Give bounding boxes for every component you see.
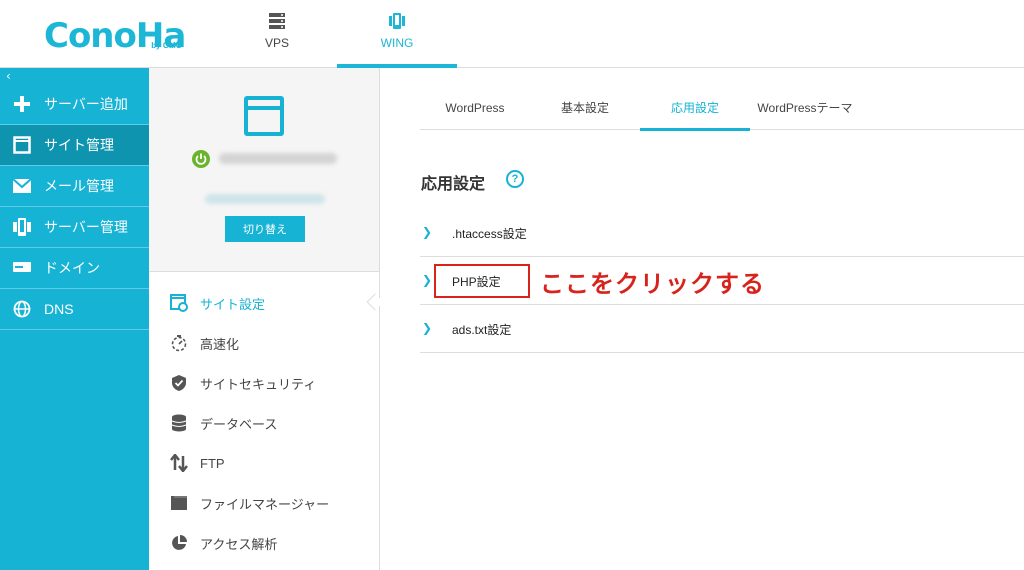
domain-icon [12,258,32,278]
logo-text: ConoHa [44,16,186,56]
accordion-ads-txt-settings[interactable]: ❯ ads.txt設定 [420,305,1024,353]
site-nav-label: データベース [200,416,278,432]
switch-site-button[interactable]: 切り替え [225,216,305,242]
site-name-redacted [219,153,337,164]
sidebar-item-add-server[interactable]: サーバー追加 [0,84,149,125]
site-nav-speedup[interactable]: 高速化 [149,323,379,363]
tab-advanced-settings[interactable]: 応用設定 [640,90,750,131]
tab-wordpress-theme[interactable]: WordPressテーマ [750,90,860,130]
site-nav-site-settings[interactable]: サイト設定 [149,283,379,323]
pie-chart-icon [169,533,189,553]
sidebar-item-domain[interactable]: ドメイン [0,248,149,289]
sidebar-item-server-management[interactable]: サーバー管理 [0,207,149,248]
database-icon [169,413,189,433]
top-header: ConoHa by GMO VPS WING [0,0,1024,68]
site-nav-label: サイト設定 [200,296,266,312]
site-summary-box: 切り替え [149,68,379,272]
sidebar-item-dns[interactable]: DNS [0,289,149,330]
site-nav-file-manager[interactable]: ファイルマネージャー [149,483,379,523]
site-nav-access-analysis[interactable]: アクセス解析 [149,523,379,563]
tab-basic-settings[interactable]: 基本設定 [530,90,640,130]
section-title: 応用設定 [421,176,486,193]
sidebar-item-label: サイト管理 [44,137,114,153]
sidebar-item-label: サーバー管理 [44,219,128,235]
globe-icon [12,299,32,319]
conoha-logo[interactable]: ConoHa by GMO [44,12,186,56]
accordion-label: ads.txt設定 [452,323,512,337]
help-icon[interactable]: ? [506,170,524,188]
main-sidebar: ‹ サーバー追加 サイト管理 メール管理 サーバー管理 ドメイン DNS [0,68,149,570]
accordion-label: .htaccess設定 [452,227,527,241]
header-tab-vps[interactable]: VPS [217,0,337,68]
chevron-right-icon: ❯ [422,225,433,239]
accordion-htaccess-settings[interactable]: ❯ .htaccess設定 [420,209,1024,257]
stopwatch-icon [169,333,189,353]
site-nav-database[interactable]: データベース [149,403,379,443]
power-status-icon [192,150,210,168]
site-nav-label: FTP [200,455,225,471]
transfer-arrows-icon [169,453,189,473]
site-panel: 切り替え サイト設定 高速化 サイトセキュリティ データベース FTP ファイル… [149,68,380,570]
site-url-redacted [205,194,325,204]
server-icon [269,13,285,29]
folder-icon [169,493,189,513]
site-nav-label: サイトセキュリティ [200,376,317,392]
site-settings-icon [169,293,189,313]
header-tab-label: WING [380,36,414,50]
sidebar-item-label: DNS [44,301,74,317]
logo-subtext: by GMO [151,41,182,50]
chevron-right-icon: ❯ [422,321,433,335]
sidebar-item-label: メール管理 [44,178,114,194]
site-nav-label: アクセス解析 [200,536,278,552]
sidebar-item-mail-management[interactable]: メール管理 [0,166,149,207]
php-settings-highlight-box [434,264,530,298]
chevron-right-icon: ❯ [422,273,433,287]
site-window-icon [244,96,284,136]
settings-tabs: WordPress 基本設定 応用設定 WordPressテーマ [420,90,1024,131]
site-nav-label: ファイルマネージャー [200,496,330,512]
sidebar-item-site-management[interactable]: サイト管理 [0,125,149,166]
main-content: WordPress 基本設定 応用設定 WordPressテーマ 応用設定 ? … [380,68,1024,570]
click-here-annotation: ここをクリックする [540,270,765,298]
shield-icon [169,373,189,393]
mail-icon [12,176,32,196]
mobile-wing-icon [389,13,405,29]
window-icon [12,135,32,155]
header-tab-wing[interactable]: WING [337,0,457,68]
site-nav-site-security[interactable]: サイトセキュリティ [149,363,379,403]
plus-icon [12,94,32,114]
site-nav-label: 高速化 [200,336,240,352]
sidebar-item-label: ドメイン [44,260,100,276]
site-nav-list: サイト設定 高速化 サイトセキュリティ データベース FTP ファイルマネージャ… [149,272,379,563]
server-manage-icon [12,217,32,237]
site-nav-ftp[interactable]: FTP [149,443,379,483]
sidebar-item-label: サーバー追加 [44,96,128,112]
tab-wordpress[interactable]: WordPress [420,90,530,130]
sidebar-collapse-button[interactable]: ‹ [0,68,149,84]
header-tab-label: VPS [264,36,289,50]
